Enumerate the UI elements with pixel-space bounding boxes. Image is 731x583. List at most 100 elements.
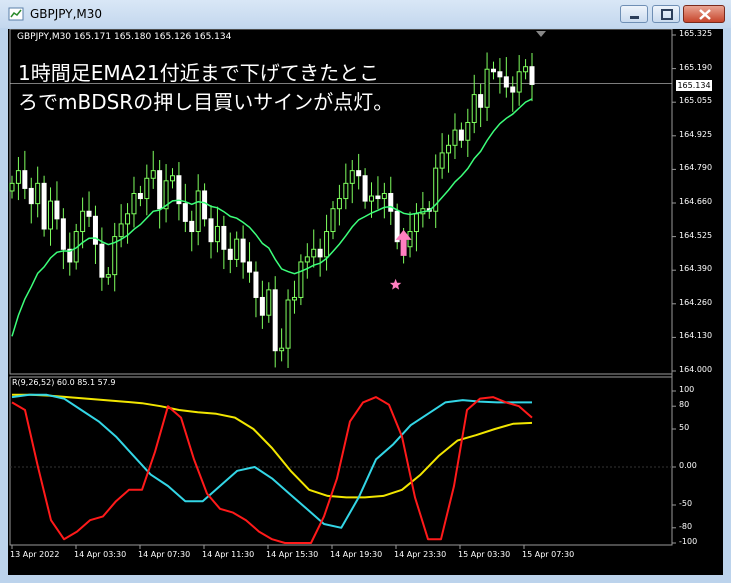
title-bar[interactable]: GBPJPY,M30	[0, 0, 731, 28]
time-tick-label: 14 Apr 19:30	[330, 550, 383, 559]
oscillator-red-line	[11, 396, 533, 544]
time-tick-label: 14 Apr 15:30	[266, 550, 319, 559]
candle-body	[446, 144, 452, 154]
candle-body	[349, 170, 355, 184]
candle-body	[375, 195, 381, 200]
candle-body	[529, 66, 535, 85]
time-tick-label: 15 Apr 07:30	[522, 550, 575, 559]
oscillator-cyan-line	[11, 393, 532, 529]
indicator-label: R(9,26,52) 60.0 85.1 57.9	[12, 378, 116, 387]
candle-body	[497, 71, 503, 78]
price-tick-label: 165.190	[679, 62, 713, 72]
price-tick-label: 164.525	[679, 230, 713, 240]
candle-body	[240, 238, 246, 263]
candle-body	[182, 203, 188, 222]
candle-body	[324, 231, 330, 258]
price-tick-label: 164.790	[679, 163, 713, 173]
candle-body	[195, 190, 201, 233]
candle-body	[285, 299, 291, 349]
close-button[interactable]	[683, 5, 725, 23]
candle-body	[471, 94, 477, 123]
candle-body	[169, 175, 175, 182]
price-tick-label: 164.130	[679, 331, 713, 341]
candle-body	[510, 86, 516, 93]
current-price-label: 165.134	[676, 80, 712, 91]
candle-body	[118, 223, 124, 238]
chart-area[interactable]: GBPJPY,M30 165.171 165.180 165.126 165.1…	[8, 29, 723, 575]
minimize-button[interactable]	[620, 5, 648, 23]
candle-body	[317, 248, 323, 258]
candle-body	[202, 190, 208, 220]
time-tick-label: 14 Apr 23:30	[394, 550, 447, 559]
candle-body	[304, 256, 310, 263]
terminal-window: GBPJPY,M30 GBPJPY,M30 165.171 165.180 16…	[0, 0, 731, 583]
candle-body	[490, 68, 496, 73]
candle-body	[279, 347, 285, 352]
oscillator-tick-label: 50	[679, 423, 690, 432]
candle-body	[92, 215, 98, 245]
candle-body	[439, 152, 445, 169]
candle-body	[131, 192, 137, 215]
chart-shift-marker-icon	[536, 31, 546, 37]
candle-body	[478, 94, 484, 108]
candle-body	[388, 192, 394, 212]
candle-body	[369, 195, 375, 202]
candle-body	[125, 213, 131, 225]
candle-body	[189, 220, 195, 233]
signal-star	[389, 278, 402, 290]
candle-body	[137, 192, 143, 200]
maximize-button[interactable]	[652, 5, 680, 23]
window-title: GBPJPY,M30	[30, 7, 103, 21]
chart-window-icon	[8, 7, 24, 21]
candle-body	[343, 182, 349, 200]
candle-body	[291, 296, 297, 301]
candle-body	[227, 248, 233, 260]
candle-body	[35, 182, 41, 205]
candle-body	[381, 192, 387, 200]
candle-body	[298, 261, 304, 298]
time-tick-label: 14 Apr 11:30	[202, 550, 255, 559]
annotation-text: 1時間足EMA21付近まで下げてきたとこ ろでmBDSRの押し目買いサインが点灯…	[18, 59, 393, 117]
candle-body	[458, 129, 464, 141]
time-tick-label: 14 Apr 03:30	[74, 550, 127, 559]
candle-body	[336, 198, 342, 210]
price-tick-label: 164.000	[679, 365, 713, 374]
candle-body	[503, 76, 509, 88]
candle-body	[465, 121, 471, 141]
candle-body	[28, 187, 34, 205]
candle-body	[221, 225, 227, 250]
time-tick-label: 15 Apr 03:30	[458, 550, 511, 559]
candle-body	[144, 177, 150, 200]
candle-body	[208, 218, 214, 243]
candle-body	[86, 210, 92, 217]
close-icon	[699, 9, 711, 20]
candle-body	[105, 274, 111, 278]
candle-body	[22, 170, 28, 189]
annotation-line: 1時間足EMA21付近まで下げてきたとこ	[18, 61, 380, 85]
price-tick-label: 164.260	[679, 297, 713, 307]
candle-body	[214, 225, 220, 243]
oscillator-tick-label: 0.00	[679, 461, 697, 470]
candle-body	[484, 68, 490, 108]
candle-body	[9, 182, 15, 192]
ohlc-readout: GBPJPY,M30 165.171 165.180 165.126 165.1…	[17, 32, 232, 42]
candle-body	[413, 213, 419, 233]
candle-body	[60, 218, 66, 250]
oscillator-tick-label: 80	[679, 400, 690, 410]
candle-body	[99, 243, 105, 278]
price-tick-label: 164.925	[679, 129, 713, 139]
candle-body	[259, 296, 265, 316]
oscillator-tick-label: 100	[679, 385, 695, 394]
candle-body	[311, 248, 317, 258]
candle-body	[234, 238, 240, 260]
candle-body	[15, 170, 21, 184]
candle-body	[452, 129, 458, 146]
candle-body	[247, 261, 253, 273]
candle-body	[356, 170, 362, 177]
candle-body	[362, 175, 368, 202]
minimize-icon	[630, 16, 639, 19]
candle-body	[157, 170, 163, 210]
candle-body	[330, 208, 336, 233]
price-tick-label: 164.660	[679, 197, 713, 206]
candle-body	[80, 210, 86, 233]
